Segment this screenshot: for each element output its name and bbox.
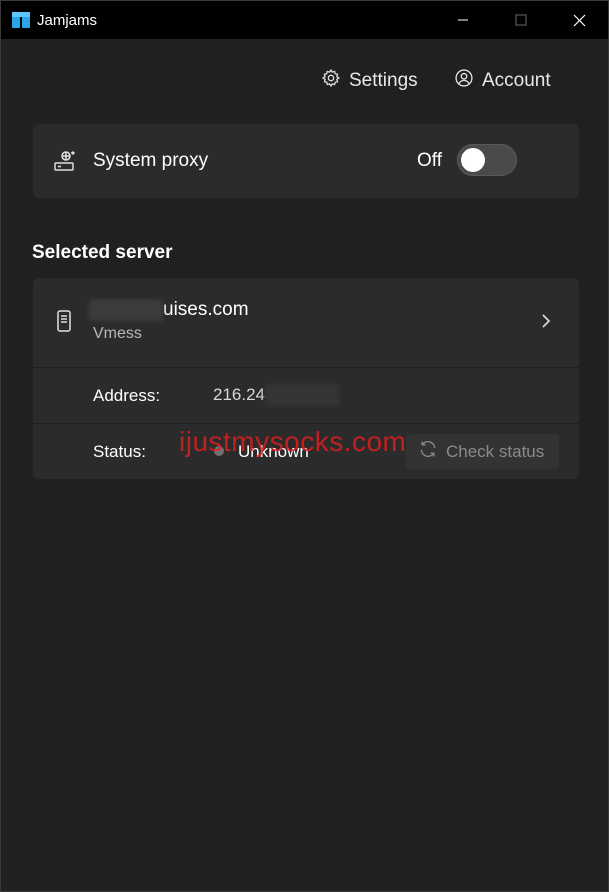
address-value: 216.24: [213, 384, 339, 406]
server-select-row[interactable]: uises.com Vmess: [33, 278, 579, 367]
redacted-host-prefix: [89, 299, 163, 321]
status-label: Status:: [93, 442, 146, 461]
maximize-button[interactable]: [492, 1, 550, 39]
redacted-address-suffix: [265, 384, 339, 406]
minimize-button[interactable]: [434, 1, 492, 39]
selected-server-heading: Selected server: [32, 242, 173, 263]
system-proxy-label: System proxy: [93, 150, 209, 171]
user-circle-icon: [454, 68, 474, 94]
maximize-icon: [515, 14, 527, 26]
minimize-icon: [458, 19, 468, 21]
window-title: Jamjams: [37, 12, 98, 29]
address-label: Address:: [93, 386, 161, 405]
system-proxy-toggle[interactable]: [457, 144, 517, 176]
title-bar[interactable]: Jamjams: [1, 1, 608, 39]
divider: [33, 367, 579, 368]
phone-device-icon: [57, 310, 71, 337]
app-logo-icon: [11, 11, 31, 29]
proxy-state-label: Off: [417, 150, 442, 171]
toggle-knob: [461, 148, 485, 172]
refresh-icon: [418, 439, 438, 464]
server-host-text: uises.com: [163, 299, 249, 320]
gear-icon: [321, 68, 341, 94]
server-host: uises.com: [89, 298, 249, 322]
check-status-label: Check status: [446, 441, 545, 461]
app-window: Jamjams Settings Account System proxy Of…: [0, 0, 609, 892]
settings-label: Settings: [349, 70, 418, 91]
address-value-text: 216.24: [213, 385, 265, 404]
divider: [33, 423, 579, 424]
account-label: Account: [482, 70, 551, 91]
chevron-right-icon: [539, 312, 553, 335]
check-status-button[interactable]: Check status: [406, 434, 559, 469]
watermark-text: ijustmysocks.com: [179, 426, 407, 457]
system-proxy-card: System proxy Off: [33, 124, 579, 198]
settings-button[interactable]: Settings: [321, 67, 418, 95]
close-icon: [573, 14, 585, 26]
proxy-network-icon: [53, 149, 77, 178]
account-button[interactable]: Account: [454, 67, 551, 95]
server-protocol: Vmess: [93, 325, 142, 342]
close-button[interactable]: [550, 1, 608, 39]
